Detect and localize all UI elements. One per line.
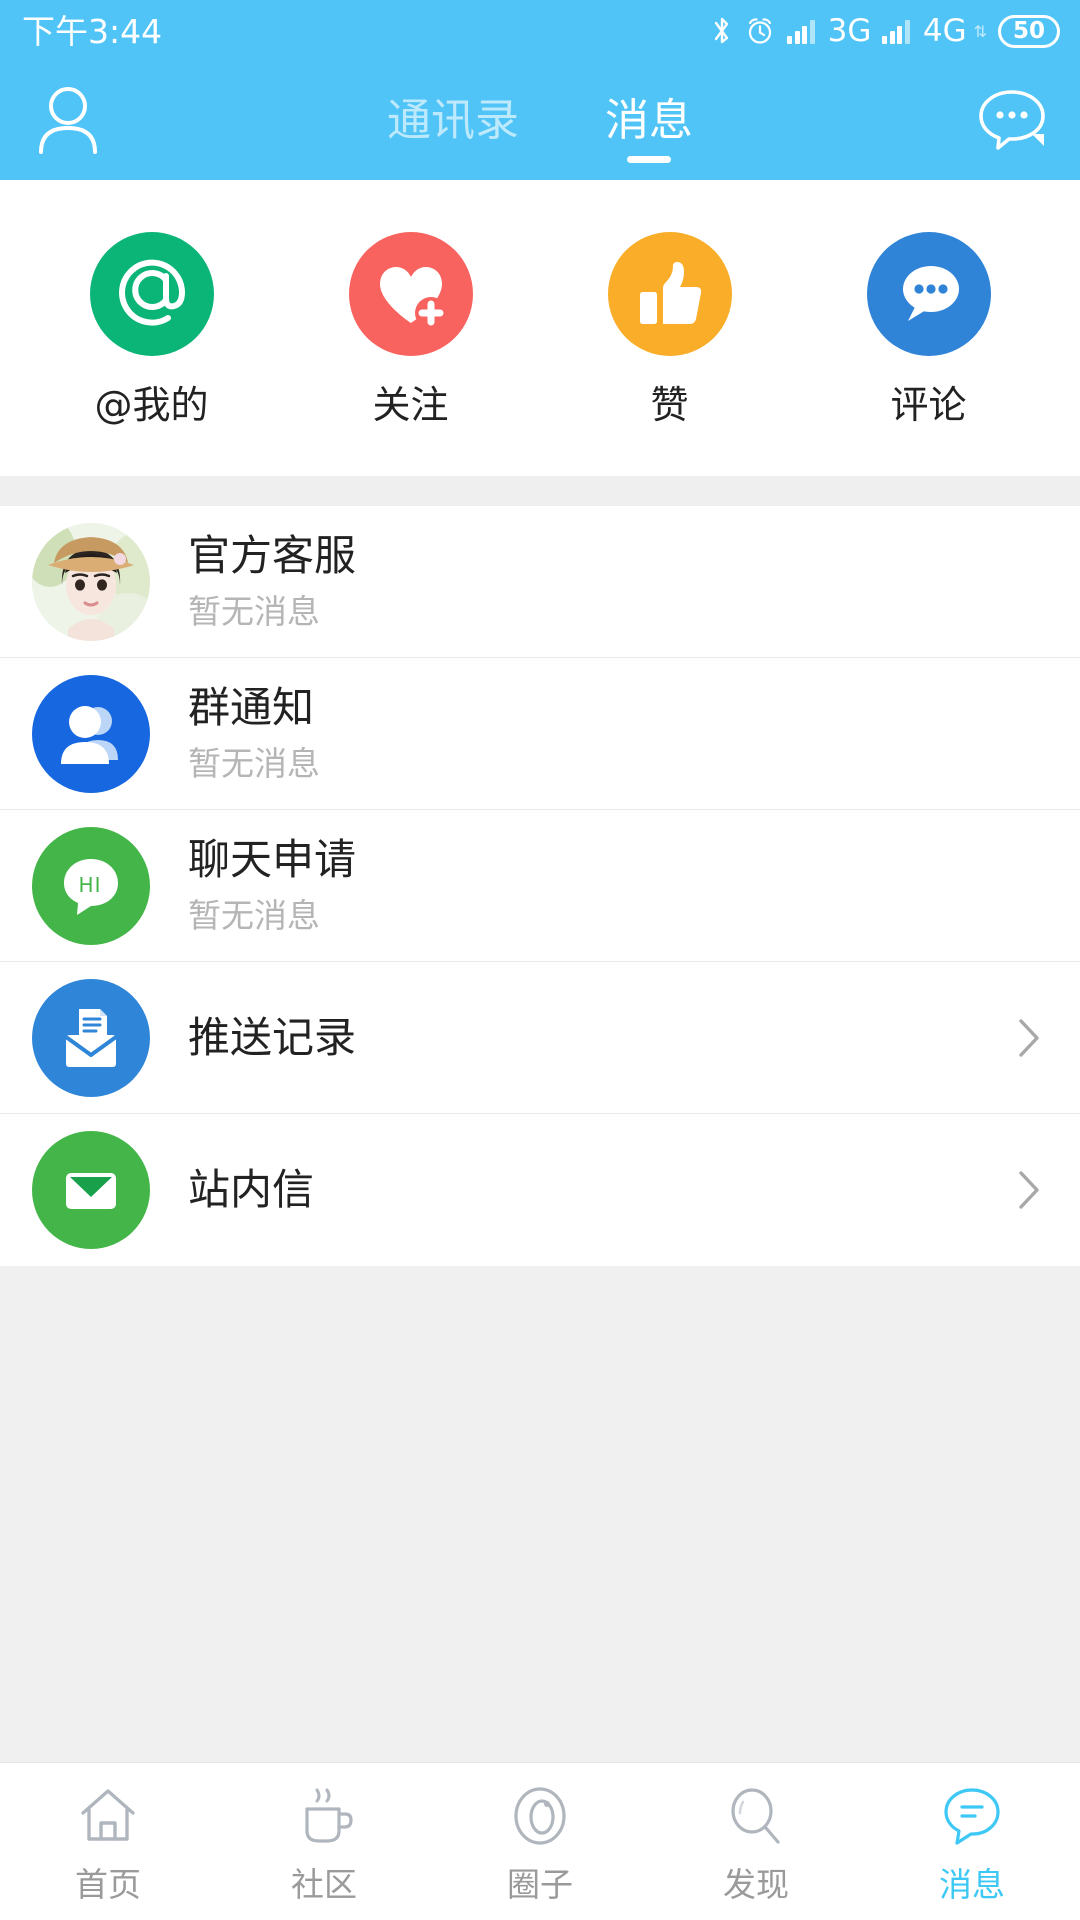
status-bar: 下午3:44 3G 4G ⇅ 50 [0,0,1080,62]
heart-plus-icon [348,232,473,356]
app-header: 通讯录 消息 [0,62,1080,180]
list-item[interactable]: 群通知 暂无消息 [0,658,1080,810]
nav-label: 发现 [723,1865,789,1904]
mail-envelope-icon [32,1131,150,1249]
quick-action-follow[interactable]: 关注 [281,232,540,424]
list-item-subtitle: 暂无消息 [188,744,320,783]
message-bubble-icon [941,1782,1003,1850]
profile-button[interactable] [26,84,110,158]
chevron-right-icon [1004,1165,1044,1215]
quick-action-at-mine[interactable]: @我的 [22,232,281,424]
list-item-title: 聊天申请 [188,835,357,884]
chat-bubble-icon [974,84,1050,158]
quick-action-label: 评论 [890,383,967,427]
list-item[interactable]: 站内信 [0,1114,1080,1266]
bluetooth-icon [711,15,733,47]
status-icons: 3G 4G ⇅ 50 [711,12,1060,49]
list-item[interactable]: 官方客服 暂无消息 [0,506,1080,658]
quick-action-label: 关注 [372,383,449,427]
signal-bars-sim1-icon [787,18,815,44]
nav-label: 社区 [291,1865,357,1904]
nav-label: 首页 [75,1865,141,1904]
thumbs-up-icon [607,232,732,356]
nav-item-home[interactable]: 首页 [0,1782,216,1901]
tab-contacts[interactable]: 通讯录 [381,62,525,180]
message-list: 官方客服 暂无消息 群通知 暂无消息 HI 聊天申请 暂无消息 推送记录 站内信 [0,506,1080,1266]
network-type-sim1: 3G [827,12,872,49]
header-tabs: 通讯录 消息 [110,62,970,180]
section-divider [0,476,1080,506]
list-item-text: 站内信 [188,1169,1004,1211]
new-chat-button[interactable] [970,84,1054,158]
svg-text:HI: HI [79,873,102,897]
list-item-title: 站内信 [188,1165,315,1214]
nav-label: 圈子 [507,1865,573,1904]
avatar-photo [32,522,150,641]
list-item-title: 推送记录 [188,1012,357,1062]
quick-actions-bar: @我的 关注 赞 评论 [0,180,1080,476]
list-item-subtitle: 暂无消息 [188,896,320,935]
nav-item-discover[interactable]: 发现 [648,1782,864,1901]
bottom-navigation: 首页 社区 圈子 发现 消息 [0,1762,1080,1920]
list-item-text: 推送记录 [188,1012,1004,1062]
push-envelope-icon [32,978,150,1097]
signal-bars-sim2-icon [882,18,910,44]
quick-action-likes[interactable]: 赞 [540,232,799,424]
coffee-cup-icon [295,1782,353,1850]
nav-item-messages[interactable]: 消息 [864,1782,1080,1901]
hi-bubble-icon: HI [32,826,150,945]
list-item[interactable]: 推送记录 [0,962,1080,1114]
nav-item-circle[interactable]: 圈子 [432,1782,648,1901]
app-screen: 下午3:44 3G 4G ⇅ 50 通讯录 消息 @我的 关注 赞 评论 官方客… [0,0,1080,1920]
nav-label: 消息 [939,1865,1005,1904]
quick-action-label: @我的 [94,383,209,427]
person-icon [37,84,99,158]
list-item[interactable]: HI 聊天申请 暂无消息 [0,810,1080,962]
magnifier-icon [725,1782,787,1850]
data-transfer-icon: ⇅ [973,21,987,41]
group-people-icon [32,674,150,793]
chevron-right-icon [1004,1013,1044,1063]
at-icon [89,232,214,356]
nav-item-community[interactable]: 社区 [216,1782,432,1901]
alarm-clock-icon [744,15,776,47]
quick-action-comments[interactable]: 评论 [799,232,1058,424]
list-item-text: 官方客服 暂无消息 [188,531,1044,631]
comment-bubble-icon [866,232,991,356]
circle-swirl-icon [509,1782,571,1850]
status-time: 下午3:44 [22,11,163,51]
list-item-subtitle: 暂无消息 [188,592,320,631]
tab-messages[interactable]: 消息 [599,62,699,180]
list-item-text: 聊天申请 暂无消息 [188,835,1044,935]
empty-space [0,1266,1080,1762]
list-item-text: 群通知 暂无消息 [188,683,1044,783]
battery-indicator: 50 [998,14,1060,48]
network-type-sim2: 4G [922,12,967,49]
list-item-title: 群通知 [188,683,315,732]
list-item-title: 官方客服 [188,531,357,580]
quick-action-label: 赞 [650,383,689,427]
home-icon [77,1782,139,1850]
